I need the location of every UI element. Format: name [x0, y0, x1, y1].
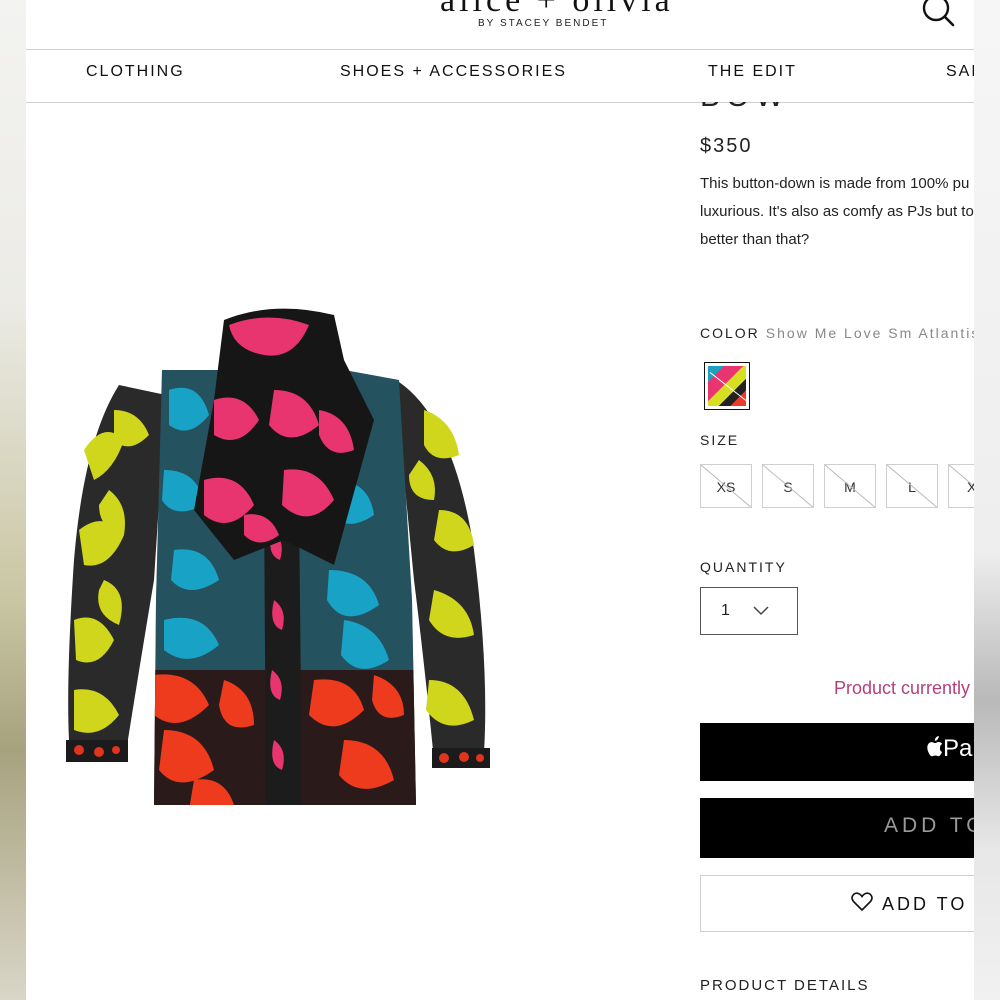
add-to-bag-label: ADD TO	[884, 814, 974, 837]
product-price: $350	[700, 135, 753, 157]
description-line: This button-down is made from 100% pu	[700, 175, 970, 192]
product-image[interactable]	[44, 300, 509, 815]
screen-edge-right	[974, 0, 1000, 1000]
color-label: COLOR	[700, 325, 760, 341]
screen-edge-left	[0, 0, 26, 1000]
add-to-bag-button[interactable]: ADD TO	[700, 798, 974, 858]
apple-pay-text: Pa	[943, 735, 973, 762]
size-option-s[interactable]: S	[762, 464, 814, 508]
unavailable-slash-icon	[825, 465, 875, 507]
unavailable-slash-icon	[763, 465, 813, 507]
product-details-toggle[interactable]: PRODUCT DETAILS	[700, 977, 869, 994]
product-page: alice + olivia BY STACEY BENDET CLOTHING…	[26, 0, 974, 1000]
size-option-xl[interactable]: X	[948, 464, 974, 508]
search-button[interactable]	[922, 0, 956, 28]
main-nav: CLOTHING SHOES + ACCESSORIES THE EDIT SA…	[26, 49, 974, 103]
description-line: better than that?	[700, 231, 810, 248]
swatch-thumbnail	[708, 366, 746, 406]
unavailable-slash-icon	[701, 465, 751, 507]
size-option-m[interactable]: M	[824, 464, 876, 508]
add-to-wishlist-button[interactable]: ADD TO V	[700, 875, 974, 932]
availability-message: Product currently	[834, 678, 971, 698]
search-icon	[922, 0, 955, 27]
nav-clothing[interactable]: CLOTHING	[86, 63, 185, 81]
quantity-select[interactable]: 1	[700, 587, 798, 635]
color-swatch[interactable]	[704, 362, 750, 410]
nav-shoes-accessories[interactable]: SHOES + ACCESSORIES	[340, 63, 567, 81]
apple-pay-button[interactable]: Pa	[700, 723, 974, 781]
brand-logo[interactable]: alice + olivia	[440, 0, 674, 20]
nav-sale[interactable]: SAL	[946, 63, 974, 81]
quantity-label: QUANTITY	[700, 559, 787, 575]
add-to-wishlist-label: ADD TO V	[882, 894, 974, 914]
product-description: This button-down is made from 100% pu lu…	[700, 170, 974, 254]
color-row: COLOR Show Me Love Sm Atlantis/	[700, 325, 974, 341]
apple-pay-label: Pa	[925, 735, 972, 763]
color-value: Show Me Love Sm Atlantis/	[765, 325, 974, 341]
brand-byline: BY STACEY BENDET	[478, 18, 609, 29]
quantity-value: 1	[721, 602, 730, 619]
heart-icon	[851, 892, 873, 912]
nav-the-edit[interactable]: THE EDIT	[708, 63, 797, 81]
description-line: luxurious. It's also as comfy as PJs but…	[700, 203, 974, 220]
size-label: SIZE	[700, 432, 740, 448]
size-option-xs[interactable]: XS	[700, 464, 752, 508]
apple-icon	[927, 736, 943, 757]
size-option-label: X	[967, 465, 974, 507]
size-option-l[interactable]: L	[886, 464, 938, 508]
chevron-down-icon	[753, 606, 769, 616]
unavailable-slash-icon	[887, 465, 937, 507]
